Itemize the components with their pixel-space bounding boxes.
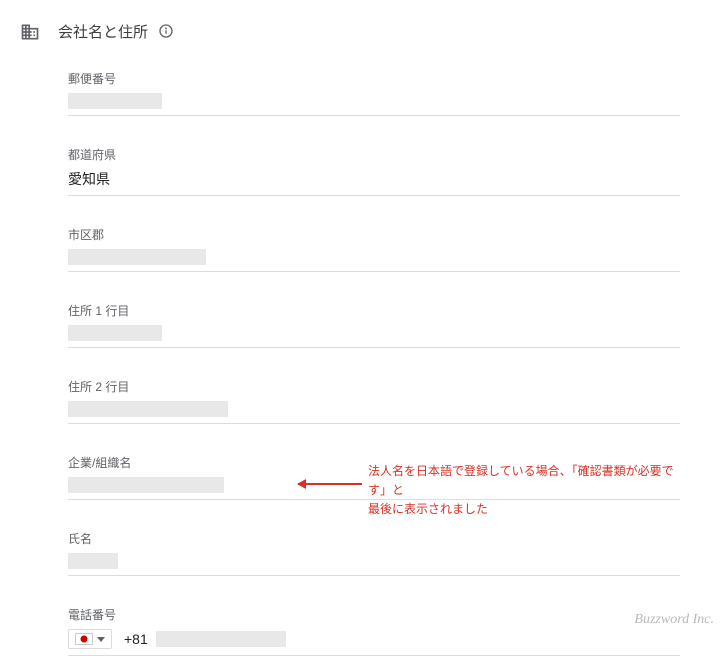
building-icon — [20, 22, 40, 42]
annotation-arrow — [298, 483, 362, 485]
name-input[interactable] — [68, 553, 680, 576]
prefecture-input[interactable]: 愛知県 — [68, 169, 680, 196]
form-container: 会社名と住所 郵便番号 都道府県 愛知県 市区郡 — [0, 0, 728, 656]
postal-input[interactable] — [68, 93, 680, 116]
phone-input[interactable]: +81 — [68, 629, 680, 656]
watermark-credit: Buzzword Inc. — [634, 612, 714, 628]
japan-flag-icon — [75, 633, 93, 645]
name-value-redacted — [68, 553, 118, 569]
prefecture-label: 都道府県 — [68, 146, 680, 163]
phone-label: 電話番号 — [68, 606, 680, 623]
city-value-redacted — [68, 249, 206, 265]
annotation-line2: 最後に表示されました — [368, 502, 488, 516]
addr2-value-redacted — [68, 401, 228, 417]
prefecture-field: 都道府県 愛知県 — [68, 146, 680, 196]
phone-field: 電話番号 +81 — [68, 606, 680, 656]
city-label: 市区郡 — [68, 226, 680, 243]
form-body: 郵便番号 都道府県 愛知県 市区郡 住所 1 行目 住所 2 行目 — [20, 70, 704, 656]
postal-label: 郵便番号 — [68, 70, 680, 87]
postal-field: 郵便番号 — [68, 70, 680, 116]
addr2-label: 住所 2 行目 — [68, 378, 680, 395]
city-input[interactable] — [68, 249, 680, 272]
info-icon[interactable] — [158, 23, 174, 39]
addr1-label: 住所 1 行目 — [68, 302, 680, 319]
phone-value-redacted — [156, 631, 286, 647]
section-header: 会社名と住所 — [20, 20, 704, 42]
country-code-selector[interactable] — [68, 629, 112, 649]
addr2-field: 住所 2 行目 — [68, 378, 680, 424]
city-field: 市区郡 — [68, 226, 680, 272]
org-value-redacted — [68, 477, 224, 493]
annotation-line1: 法人名を日本語で登録している場合、「確認書類が必要です」と — [368, 464, 674, 497]
addr1-input[interactable] — [68, 325, 680, 348]
addr1-value-redacted — [68, 325, 162, 341]
addr2-input[interactable] — [68, 401, 680, 424]
org-field: 企業/組織名 法人名を日本語で登録している場合、「確認書類が必要です」と 最後に… — [68, 454, 680, 500]
addr1-field: 住所 1 行目 — [68, 302, 680, 348]
chevron-down-icon — [97, 637, 105, 642]
name-field: 氏名 — [68, 530, 680, 576]
section-title: 会社名と住所 — [58, 21, 148, 42]
name-label: 氏名 — [68, 530, 680, 547]
postal-value-redacted — [68, 93, 162, 109]
prefecture-value: 愛知県 — [68, 171, 110, 187]
annotation-text: 法人名を日本語で登録している場合、「確認書類が必要です」と 最後に表示されました — [368, 462, 680, 520]
dial-code: +81 — [124, 631, 148, 647]
